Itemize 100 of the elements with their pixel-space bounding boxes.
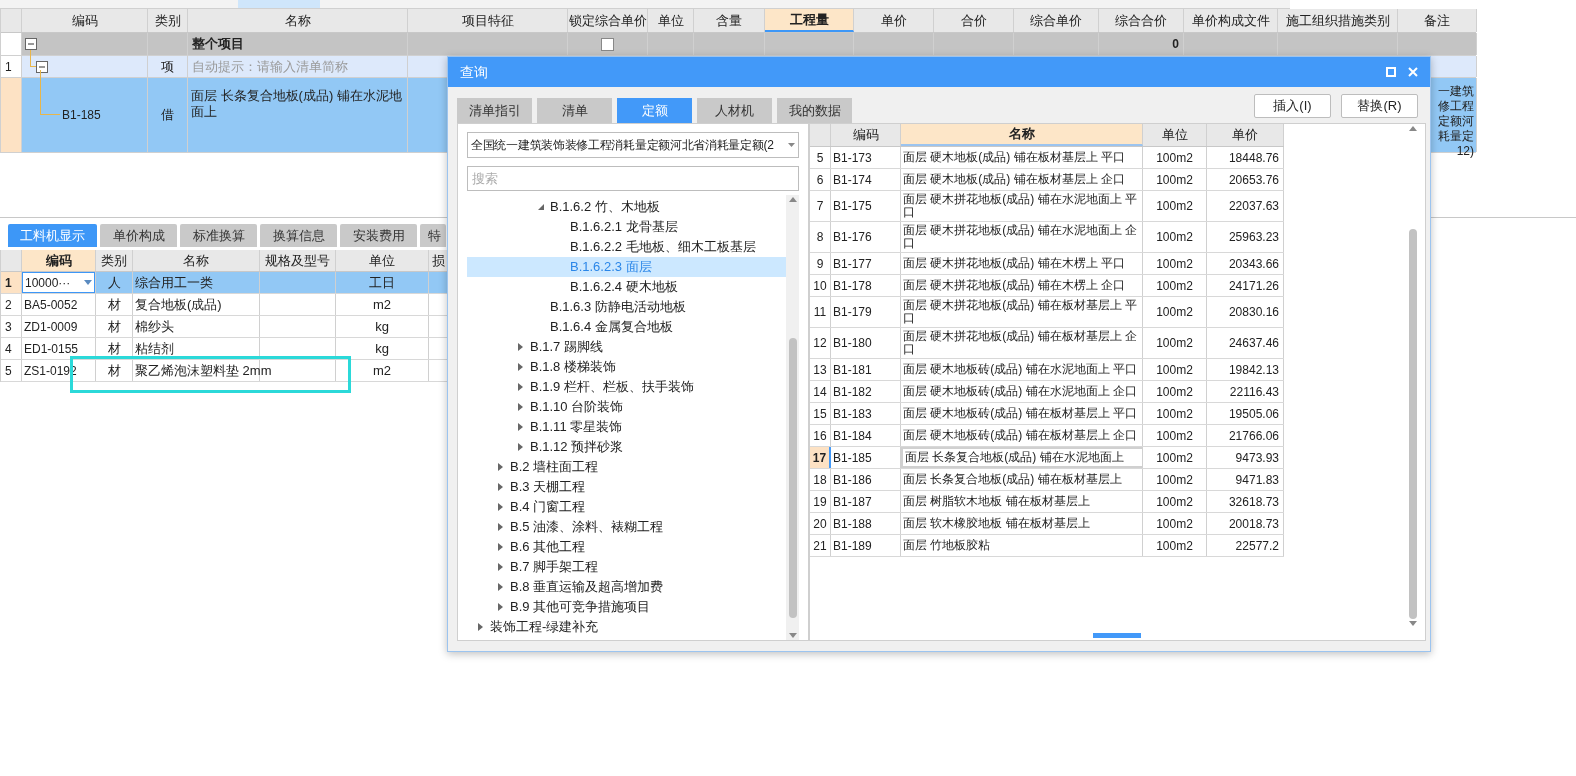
column-header[interactable]: 锁定综合单价 bbox=[568, 9, 648, 32]
tree-item[interactable]: 装饰工程-绿建补充 bbox=[467, 617, 786, 637]
column-header[interactable]: 名称 bbox=[901, 124, 1143, 146]
table-row[interactable]: 8 B1-176 面层 硬木拼花地板(成品) 铺在水泥地面上 企口 100m2 25963.23 bbox=[810, 222, 1284, 253]
tree-item[interactable]: B.2 墙柱面工程 bbox=[467, 457, 786, 477]
scrollbar-thumb[interactable] bbox=[788, 337, 797, 618]
expand-icon bbox=[498, 523, 503, 531]
table-row[interactable]: 整个项目 0 bbox=[1, 33, 1476, 56]
tree-item[interactable]: B.1.7 踢脚线 bbox=[467, 337, 786, 357]
table-row[interactable]: 2 BA5-0052 材 复合地板(成品) m2 bbox=[1, 294, 448, 316]
tree-item[interactable]: B.6 其他工程 bbox=[467, 537, 786, 557]
tree-item[interactable]: B.1.10 台阶装饰 bbox=[467, 397, 786, 417]
column-header[interactable]: 类别 bbox=[96, 250, 133, 271]
tree-item[interactable]: B.9 其他可竞争措施项目 bbox=[467, 597, 786, 617]
column-header[interactable]: 单价 bbox=[1207, 124, 1284, 146]
tree-item[interactable]: B.1.6.2.4 硬木地板 bbox=[467, 277, 786, 297]
table-cell-text: 100m2 bbox=[1156, 471, 1193, 489]
column-header[interactable]: 单价构成文件 bbox=[1184, 9, 1278, 32]
row-number: 7 bbox=[810, 191, 831, 221]
table-row[interactable]: 5 B1-173 面层 硬木地板(成品) 铺在板材基层上 平口 100m2 18448.76 bbox=[810, 147, 1284, 169]
column-header[interactable]: 工程量 bbox=[765, 9, 854, 32]
column-header[interactable]: 单位 bbox=[336, 250, 429, 271]
scrollbar-thumb[interactable] bbox=[1408, 228, 1417, 619]
tab[interactable]: 清单 bbox=[537, 98, 612, 123]
column-header[interactable]: 备注 bbox=[1398, 9, 1477, 32]
column-header[interactable]: 合价 bbox=[934, 9, 1014, 32]
tab[interactable]: 单价构成 bbox=[100, 224, 177, 247]
table-row[interactable]: 9 B1-177 面层 硬木拼花地板(成品) 铺在木楞上 平口 100m2 20343.66 bbox=[810, 253, 1284, 275]
tab[interactable]: 我的数据 bbox=[777, 98, 852, 123]
tab[interactable]: 人材机 bbox=[697, 98, 772, 123]
search-field[interactable]: 搜索 bbox=[467, 166, 799, 191]
row-number: 8 bbox=[810, 222, 831, 252]
row-number: 14 bbox=[810, 381, 831, 402]
column-header[interactable]: 名称 bbox=[133, 250, 260, 271]
table-row[interactable]: 1 10000··· 人 综合用工一类 工日 bbox=[1, 272, 448, 294]
checkbox[interactable] bbox=[601, 37, 614, 51]
table-row[interactable]: 19 B1-187 面层 树脂软木地板 铺在板材基层上 100m2 32618.73 bbox=[810, 491, 1284, 513]
tree-item[interactable]: B.1.6.2 竹、木地板 bbox=[467, 197, 786, 217]
column-header[interactable]: 类别 bbox=[148, 9, 188, 32]
tab[interactable]: 标准换算 bbox=[180, 224, 257, 247]
column-header[interactable]: 单位 bbox=[1143, 124, 1207, 146]
dropdown-field[interactable]: 10000··· bbox=[22, 272, 95, 293]
table-cell: 面层 软木橡胶地板 铺在板材基层上 bbox=[903, 517, 1090, 530]
dropdown-field[interactable]: 全国统一建筑装饰装修工程消耗量定额河北省消耗量定额(2 bbox=[467, 132, 799, 158]
table-cell: 面层 硬木拼花地板(成品) 铺在木楞上 企口 bbox=[903, 279, 1125, 292]
active-tab[interactable] bbox=[238, 0, 320, 8]
column-header[interactable]: 施工组织措施类别 bbox=[1278, 9, 1398, 32]
table-cell-text: 面层 长条复合地板(成品) 铺在水泥地面上 bbox=[190, 88, 403, 120]
tree-item[interactable]: B.1.9 栏杆、栏板、扶手装饰 bbox=[467, 377, 786, 397]
tab[interactable]: 特 bbox=[420, 224, 446, 247]
tree-item[interactable]: B.1.8 楼梯装饰 bbox=[467, 357, 786, 377]
table-cell-text: 100m2 bbox=[1156, 361, 1193, 379]
column-header[interactable]: 综合合价 bbox=[1099, 9, 1184, 32]
table-row[interactable]: 12 B1-180 面层 硬木拼花地板(成品) 铺在板材基层上 企口 100m2 24637.46 bbox=[810, 328, 1284, 359]
toolbar-button[interactable]: 替换(R) bbox=[1341, 94, 1418, 118]
tab[interactable]: 清单指引 bbox=[457, 98, 532, 123]
scrollbar[interactable] bbox=[786, 195, 799, 640]
table-row[interactable]: 7 B1-175 面层 硬木拼花地板(成品) 铺在水泥地面上 平口 100m2 22037.63 bbox=[810, 191, 1284, 222]
table-row[interactable]: 21 B1-189 面层 竹地板胶粘 100m2 22577.2 bbox=[810, 535, 1284, 557]
tree-item[interactable]: B.1.6.2.1 龙骨基层 bbox=[467, 217, 786, 237]
table-cell-text: B1-179 bbox=[833, 304, 872, 321]
table-row[interactable]: 3 ZD1-0009 材 棉纱头 kg bbox=[1, 316, 448, 338]
tree-item[interactable]: B.1.12 预拌砂浆 bbox=[467, 437, 786, 457]
column-header[interactable]: 单位 bbox=[648, 9, 694, 32]
scrollbar[interactable] bbox=[1406, 126, 1419, 626]
tree-item[interactable]: B.1.11 零星装饰 bbox=[467, 417, 786, 437]
table-row[interactable]: 14 B1-182 面层 硬木地板砖(成品) 铺在水泥地面上 企口 100m2 22116.43 bbox=[810, 381, 1284, 403]
column-header[interactable]: 编码 bbox=[22, 9, 148, 32]
table-row[interactable]: 17 B1-185 面层 长条复合地板(成品) 铺在水泥地面上 100m2 9473.93 bbox=[810, 447, 1284, 469]
column-header[interactable]: 综合单价 bbox=[1014, 9, 1099, 32]
tab[interactable]: 安装费用 bbox=[340, 224, 417, 247]
splitter-handle[interactable] bbox=[1093, 633, 1141, 638]
tree-item[interactable]: B.5 油漆、涂料、裱糊工程 bbox=[467, 517, 786, 537]
table-row[interactable]: 6 B1-174 面层 硬木地板(成品) 铺在板材基层上 企口 100m2 20653.76 bbox=[810, 169, 1284, 191]
table-row[interactable]: 16 B1-184 面层 硬木地板砖(成品) 铺在板材基层上 企口 100m2 21766.06 bbox=[810, 425, 1284, 447]
toolbar-button[interactable]: 插入(I) bbox=[1254, 94, 1331, 118]
expand-icon bbox=[518, 363, 523, 371]
table-row[interactable]: 11 B1-179 面层 硬木拼花地板(成品) 铺在板材基层上 平口 100m2 20830.16 bbox=[810, 297, 1284, 328]
column-header[interactable]: 项目特征 bbox=[408, 9, 568, 32]
table-row[interactable]: 10 B1-178 面层 硬木拼花地板(成品) 铺在木楞上 企口 100m2 24171.26 bbox=[810, 275, 1284, 297]
tree-item[interactable]: B.1.6.3 防静电活动地板 bbox=[467, 297, 786, 317]
tree-item[interactable]: B.1.6.4 金属复合地板 bbox=[467, 317, 786, 337]
tree-item[interactable]: B.4 门窗工程 bbox=[467, 497, 786, 517]
table-row[interactable]: 18 B1-186 面层 长条复合地板(成品) 铺在板材基层上 100m2 9471.83 bbox=[810, 469, 1284, 491]
table-cell-text: 0 bbox=[1172, 36, 1179, 53]
table-cell-text: 100m2 bbox=[1156, 255, 1193, 273]
column-header[interactable]: 编码 bbox=[22, 250, 96, 271]
table-cell-text: B1-187 bbox=[833, 493, 872, 511]
tree-item[interactable]: B.3 天棚工程 bbox=[467, 477, 786, 497]
tree-item[interactable]: B.7 脚手架工程 bbox=[467, 557, 786, 577]
tree-item[interactable]: B.1.6.2.2 毛地板、细木工板基层 bbox=[467, 237, 786, 257]
table-row[interactable]: 13 B1-181 面层 硬木地板砖(成品) 铺在水泥地面上 平口 100m2 19842.13 bbox=[810, 359, 1284, 381]
table-row[interactable]: 15 B1-183 面层 硬木地板砖(成品) 铺在板材基层上 平口 100m2 19505.06 bbox=[810, 403, 1284, 425]
table-cell: 面层 硬木地板砖(成品) 铺在水泥地面上 企口 bbox=[903, 385, 1137, 398]
column-header[interactable]: 规格及型号 bbox=[260, 250, 336, 271]
tab[interactable]: 换算信息 bbox=[260, 224, 337, 247]
column-header[interactable]: 名称 bbox=[188, 9, 408, 32]
table-row[interactable]: 20 B1-188 面层 软木橡胶地板 铺在板材基层上 100m2 20018.73 bbox=[810, 513, 1284, 535]
column-header[interactable]: 单价 bbox=[854, 9, 934, 32]
tree-item[interactable]: B.8 垂直运输及超高增加费 bbox=[467, 577, 786, 597]
